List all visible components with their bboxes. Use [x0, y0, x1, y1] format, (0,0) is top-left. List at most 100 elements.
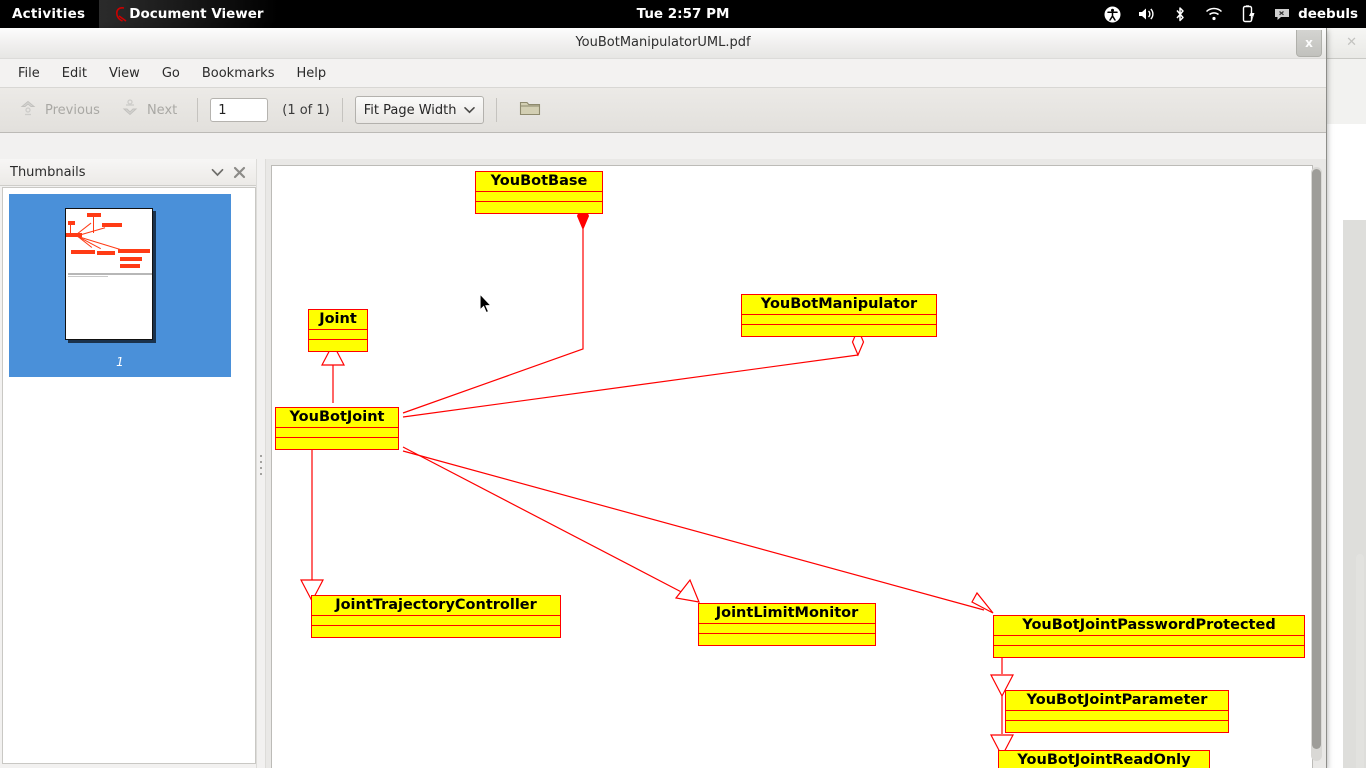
previous-page-label: Previous	[45, 102, 100, 118]
close-icon[interactable]	[228, 162, 250, 182]
app-menu-button[interactable]: Document Viewer	[99, 0, 278, 28]
volume-icon[interactable]	[1137, 5, 1155, 23]
uml-operations-compartment	[699, 634, 875, 645]
uml-operations-compartment	[276, 438, 398, 449]
uml-attributes-compartment	[994, 636, 1304, 646]
thumbnails-list[interactable]: 1	[2, 187, 256, 764]
activities-button[interactable]: Activities	[0, 6, 99, 22]
screen: ✕ Activities Document Viewer Tue 2:57 PM	[0, 0, 1366, 768]
accessibility-icon[interactable]	[1103, 5, 1121, 23]
zoom-select-value: Fit Page Width	[363, 102, 457, 118]
uml-node-youbotjointparameter[interactable]: YouBotJointParameter	[1005, 690, 1229, 733]
sidebar-splitter[interactable]	[256, 159, 266, 768]
window-titlebar[interactable]: YouBotManipulatorUML.pdf x	[0, 28, 1326, 59]
sidebar-header: Thumbnails	[0, 159, 256, 186]
zoom-select[interactable]: Fit Page Width	[354, 96, 485, 124]
user-name: deebuls	[1298, 6, 1358, 22]
chevron-down-page-icon	[120, 98, 140, 122]
previous-page-button[interactable]: Previous	[10, 94, 108, 126]
uml-node-label: YouBotJointParameter	[1006, 691, 1228, 711]
uml-node-youbotjointpasswordprotected[interactable]: YouBotJointPasswordProtected	[993, 615, 1305, 658]
page-number-input[interactable]: 1	[210, 98, 269, 122]
splitter-grip	[260, 455, 262, 479]
content-area: Thumbnails 1 YouBotBase YouBotManipulato…	[0, 159, 1326, 768]
menu-item-file[interactable]: File	[8, 63, 50, 84]
uml-attributes-compartment	[1006, 711, 1228, 721]
system-top-bar: Activities Document Viewer Tue 2:57 PM d…	[0, 0, 1366, 28]
pdf-page[interactable]: YouBotBase YouBotManipulator Joint YouBo…	[271, 165, 1313, 768]
menu-item-view[interactable]: View	[99, 63, 150, 84]
folder-open-icon	[519, 99, 541, 121]
document-view[interactable]: YouBotBase YouBotManipulator Joint YouBo…	[266, 159, 1326, 768]
uml-node-youbotjointreadonly[interactable]: YouBotJointReadOnly	[998, 750, 1210, 768]
system-indicators: deebuls	[1103, 0, 1358, 28]
background-window-body	[1323, 124, 1366, 768]
uml-node-label: JointLimitMonitor	[699, 604, 875, 624]
toolbar: Previous Next 1 (1 of 1) Fit Page Width	[0, 88, 1326, 133]
window-title: YouBotManipulatorUML.pdf	[575, 35, 751, 50]
menu-item-help[interactable]: Help	[286, 63, 336, 84]
uml-node-label: YouBotManipulator	[742, 295, 936, 315]
uml-attributes-compartment	[312, 616, 560, 626]
thumbnail-page-number: 1	[116, 355, 124, 369]
uml-node-jointlimitmonitor[interactable]: JointLimitMonitor	[698, 603, 876, 646]
document-vertical-scrollbar[interactable]	[1311, 167, 1322, 761]
menu-item-go[interactable]: Go	[152, 63, 190, 84]
uml-class-diagram: YouBotBase YouBotManipulator Joint YouBo…	[272, 166, 1312, 768]
uml-connections	[300, 201, 1014, 758]
uml-node-label: JointTrajectoryController	[312, 596, 560, 616]
background-window-titlebar: ✕	[1323, 28, 1366, 59]
uml-attributes-compartment	[476, 192, 602, 202]
uml-attributes-compartment	[742, 315, 936, 325]
uml-node-label: Joint	[309, 310, 367, 330]
toolbar-separator-1	[197, 98, 199, 122]
uml-node-jointtrajectorycontroller[interactable]: JointTrajectoryController	[311, 595, 561, 638]
page-count-label: (1 of 1)	[282, 102, 330, 118]
uml-node-youbotmanipulator[interactable]: YouBotManipulator	[741, 294, 937, 337]
battery-icon[interactable]	[1239, 5, 1257, 23]
next-page-label: Next	[146, 102, 178, 118]
uml-attributes-compartment	[276, 428, 398, 438]
background-window[interactable]: ✕	[1322, 28, 1366, 768]
uml-operations-compartment	[742, 325, 936, 336]
uml-node-label: YouBotJointReadOnly	[999, 751, 1209, 768]
background-window-scrollbar[interactable]	[1356, 554, 1364, 768]
chevron-down-icon[interactable]	[206, 162, 228, 182]
uml-node-youbotjoint[interactable]: YouBotJoint	[275, 407, 399, 450]
wifi-icon[interactable]	[1205, 5, 1223, 23]
thumbnail-preview	[65, 208, 153, 340]
app-menu-label: Document Viewer	[129, 6, 264, 22]
uml-operations-compartment	[1006, 721, 1228, 732]
thumbnails-sidebar: Thumbnails 1	[0, 159, 256, 768]
next-page-button[interactable]: Next	[112, 94, 185, 126]
uml-node-label: YouBotJoint	[276, 408, 398, 428]
uml-attributes-compartment	[309, 330, 367, 340]
uml-operations-compartment	[476, 202, 602, 213]
chat-bubble-icon	[1273, 5, 1291, 23]
user-menu[interactable]: deebuls	[1273, 5, 1358, 23]
open-file-button[interactable]	[517, 98, 543, 122]
chevron-down-icon	[464, 103, 476, 118]
pdf-document-icon	[113, 6, 129, 23]
background-window-close-icon[interactable]: ✕	[1346, 35, 1357, 50]
uml-attributes-compartment	[699, 624, 875, 634]
uml-node-joint[interactable]: Joint	[308, 309, 368, 352]
thumbnail-page-1[interactable]: 1	[9, 194, 231, 377]
document-viewer-window: YouBotManipulatorUML.pdf x File Edit Vie…	[0, 28, 1327, 768]
menu-bar: File Edit View Go Bookmarks Help	[0, 59, 1326, 88]
scrollbar-thumb[interactable]	[1312, 169, 1321, 749]
uml-operations-compartment	[309, 340, 367, 351]
menu-item-bookmarks[interactable]: Bookmarks	[192, 63, 285, 84]
sidebar-title: Thumbnails	[10, 164, 86, 180]
uml-node-label: YouBotBase	[476, 172, 602, 192]
toolbar-separator-3	[496, 98, 498, 122]
bluetooth-icon[interactable]	[1171, 5, 1189, 23]
uml-node-label: YouBotJointPasswordProtected	[994, 616, 1304, 636]
toolbar-separator-2	[341, 98, 343, 122]
uml-operations-compartment	[994, 646, 1304, 657]
uml-operations-compartment	[312, 626, 560, 637]
close-button[interactable]: x	[1296, 30, 1322, 57]
chevron-up-page-icon	[18, 98, 38, 122]
uml-node-youbotbase[interactable]: YouBotBase	[475, 171, 603, 214]
menu-item-edit[interactable]: Edit	[52, 63, 97, 84]
